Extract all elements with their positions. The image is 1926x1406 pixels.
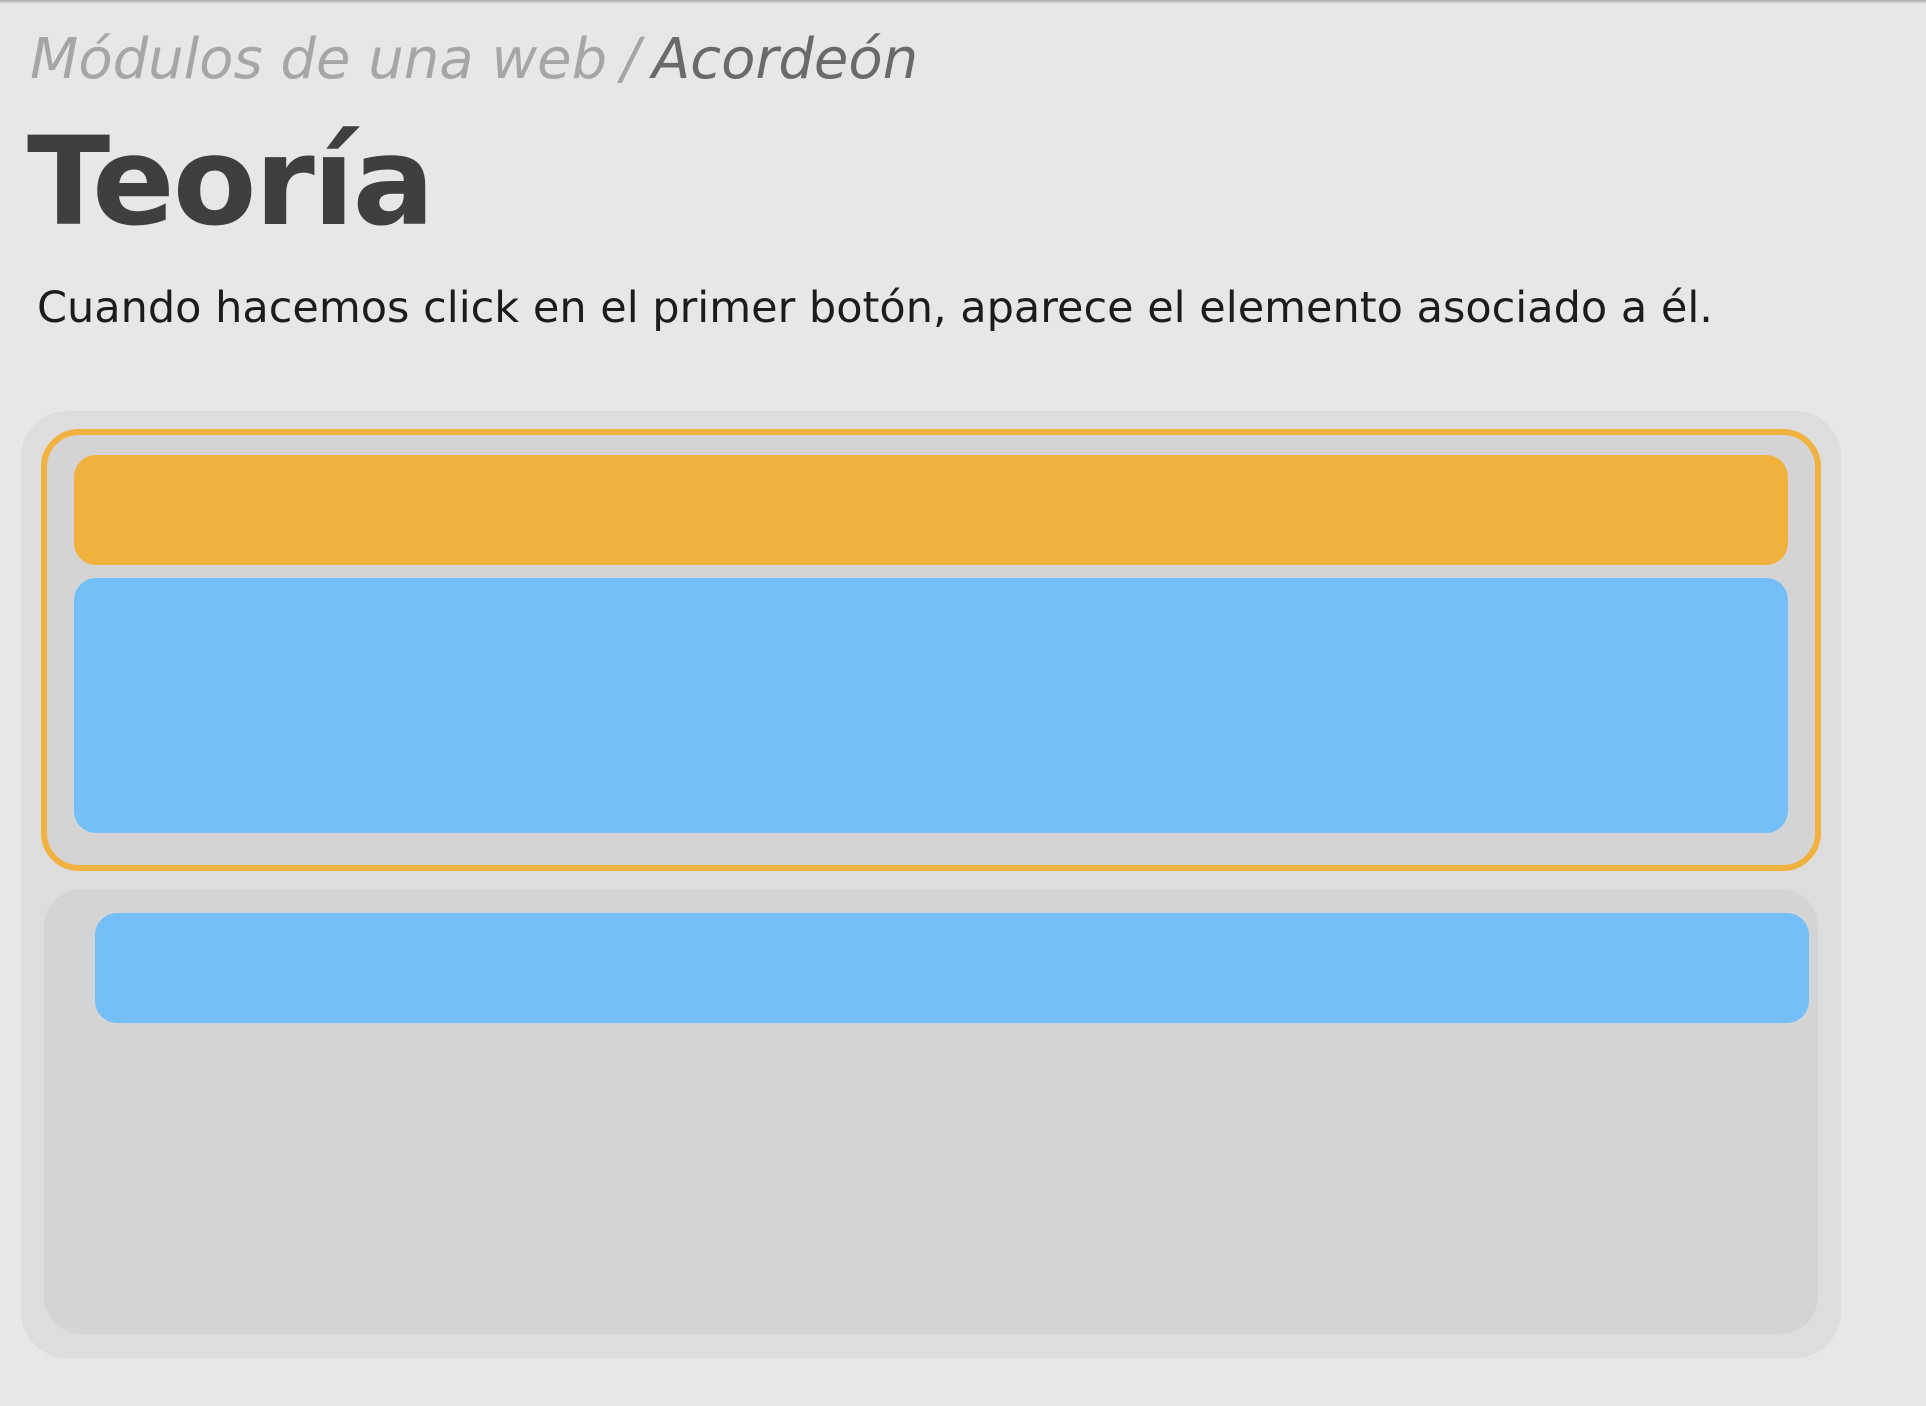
accordion-item-1-button[interactable] (74, 455, 1788, 565)
page-title: Teoría (27, 111, 435, 253)
breadcrumb-separator: / (621, 27, 640, 92)
accordion-item-2-collapsed (44, 889, 1818, 1334)
breadcrumb-parent[interactable]: Módulos de una web (30, 27, 607, 92)
breadcrumb-current: Acordeón (652, 27, 919, 92)
page-description: Cuando hacemos click en el primer botón,… (37, 283, 1713, 333)
top-shadow (0, 0, 1926, 4)
breadcrumb: Módulos de una web / Acordeón (30, 22, 918, 98)
accordion-diagram (21, 411, 1841, 1358)
accordion-item-2-button[interactable] (95, 913, 1809, 1023)
accordion-item-1-expanded (41, 429, 1821, 871)
accordion-item-1-content (74, 578, 1788, 833)
